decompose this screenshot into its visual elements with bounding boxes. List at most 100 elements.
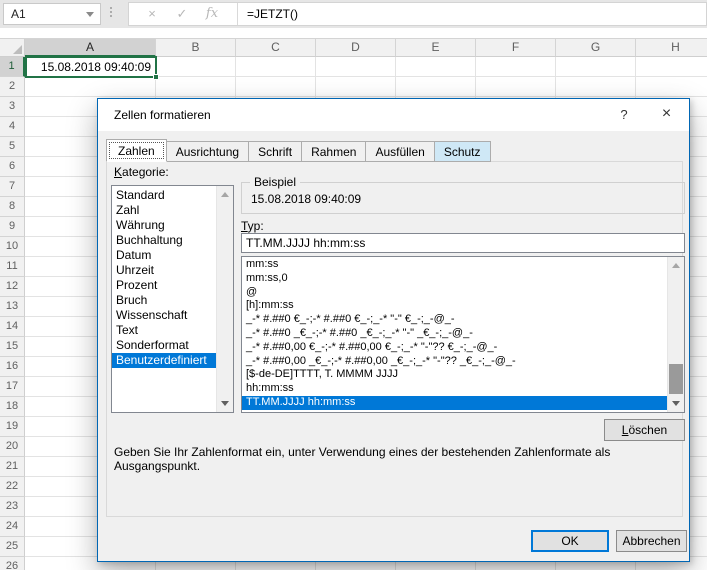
scroll-down-icon[interactable]	[217, 395, 233, 412]
triangle-up	[221, 192, 229, 197]
row-header-8[interactable]: 8	[0, 197, 25, 217]
format-item[interactable]: [$-de-DE]TTTT, T. MMMM JJJJ	[242, 368, 684, 382]
row-header-22[interactable]: 22	[0, 477, 25, 497]
category-item[interactable]: Zahl	[112, 203, 233, 218]
type-input[interactable]	[241, 233, 685, 253]
row-header-19[interactable]: 19	[0, 417, 25, 437]
row-header-17[interactable]: 17	[0, 377, 25, 397]
column-header-f[interactable]: F	[476, 39, 556, 57]
category-item[interactable]: Benutzerdefiniert	[112, 353, 233, 368]
column-header-b[interactable]: B	[156, 39, 236, 57]
category-item[interactable]: Uhrzeit	[112, 263, 233, 278]
format-item[interactable]: hh:mm:ss	[242, 382, 684, 396]
column-headers: ABCDEFGH	[25, 39, 707, 57]
row-header-11[interactable]: 11	[0, 257, 25, 277]
row-header-4[interactable]: 4	[0, 117, 25, 137]
row-header-18[interactable]: 18	[0, 397, 25, 417]
triangle-down	[221, 401, 229, 406]
format-item[interactable]: _-* #.##0,00 _€_-;-* #.##0,00 _€_-;_-* "…	[242, 355, 684, 369]
category-item[interactable]: Standard	[112, 188, 233, 203]
row-header-25[interactable]: 25	[0, 537, 25, 557]
format-item[interactable]: mm:ss,0	[242, 272, 684, 286]
example-value: 15.08.2018 09:40:09	[251, 192, 361, 206]
row-header-26[interactable]: 26	[0, 557, 25, 570]
tab-schrift[interactable]: Schrift	[248, 141, 302, 162]
formula-bar-drag-handle-icon[interactable]	[110, 7, 112, 17]
row-header-9[interactable]: 9	[0, 217, 25, 237]
tab-zahlen[interactable]: Zahlen	[106, 139, 167, 162]
row-header-6[interactable]: 6	[0, 157, 25, 177]
scroll-up-icon[interactable]	[217, 186, 233, 203]
format-item[interactable]: _-* #.##0 _€_-;-* #.##0 _€_-;_-* "-" _€_…	[242, 327, 684, 341]
category-item[interactable]: Wissenschaft	[112, 308, 233, 323]
scroll-up-icon[interactable]	[668, 257, 684, 274]
category-item[interactable]: Sonderformat	[112, 338, 233, 353]
cancel-button[interactable]: Abbrechen	[616, 530, 687, 552]
row-header-12[interactable]: 12	[0, 277, 25, 297]
format-scrollbar[interactable]	[667, 257, 684, 412]
dialog-help-icon[interactable]: ?	[604, 99, 644, 131]
row-header-1[interactable]: 1	[0, 57, 25, 77]
tab-ausfllen[interactable]: Ausfüllen	[365, 141, 434, 162]
formula-input[interactable]: =JETZT()	[247, 3, 298, 25]
row-header-13[interactable]: 13	[0, 297, 25, 317]
column-header-c[interactable]: C	[236, 39, 316, 57]
tab-page-zahlen: Kategorie: StandardZahlWährungBuchhaltun…	[106, 161, 683, 517]
name-box-dropdown-icon[interactable]	[86, 12, 94, 17]
cancel-entry-icon[interactable]: ×	[139, 3, 165, 25]
row-header-20[interactable]: 20	[0, 437, 25, 457]
formula-strip-gap	[0, 28, 707, 39]
column-header-d[interactable]: D	[316, 39, 396, 57]
select-all-corner[interactable]	[0, 39, 25, 57]
format-item[interactable]: _-* #.##0 €_-;-* #.##0 €_-;_-* "-" €_-;_…	[242, 313, 684, 327]
scroll-down-icon[interactable]	[668, 395, 684, 412]
confirm-entry-icon[interactable]: ✓	[169, 3, 195, 25]
name-box[interactable]: A1	[3, 3, 101, 25]
tab-schutz[interactable]: Schutz	[434, 141, 491, 162]
format-item[interactable]: _-* #.##0,00 €_-;-* #.##0,00 €_-;_-* "-"…	[242, 341, 684, 355]
row-header-5[interactable]: 5	[0, 137, 25, 157]
select-all-triangle-icon	[13, 45, 22, 54]
selected-cell-a1[interactable]: 15.08.2018 09:40:09	[25, 56, 157, 78]
row-header-16[interactable]: 16	[0, 357, 25, 377]
formula-strip: A1 × ✓ fx =JETZT()	[0, 0, 707, 28]
row-header-3[interactable]: 3	[0, 97, 25, 117]
column-header-g[interactable]: G	[556, 39, 636, 57]
row-header-10[interactable]: 10	[0, 237, 25, 257]
dialog-tabs: ZahlenAusrichtungSchriftRahmenAusfüllenS…	[106, 139, 490, 162]
category-item[interactable]: Prozent	[112, 278, 233, 293]
category-item[interactable]: Datum	[112, 248, 233, 263]
category-item[interactable]: Text	[112, 323, 233, 338]
insert-function-icon[interactable]: fx	[199, 3, 225, 25]
example-label: Beispiel	[250, 175, 300, 189]
row-header-24[interactable]: 24	[0, 517, 25, 537]
format-item[interactable]: TT.MM.JJJJ hh:mm:ss	[242, 396, 669, 410]
scrollbar-thumb[interactable]	[669, 364, 683, 394]
tab-rahmen[interactable]: Rahmen	[301, 141, 366, 162]
dialog-close-icon[interactable]: ×	[644, 99, 689, 131]
row-header-21[interactable]: 21	[0, 457, 25, 477]
row-header-2[interactable]: 2	[0, 77, 25, 97]
ok-button[interactable]: OK	[531, 530, 609, 552]
row-header-7[interactable]: 7	[0, 177, 25, 197]
column-header-e[interactable]: E	[396, 39, 476, 57]
dialog-titlebar[interactable]: Zellen formatieren ? ×	[98, 99, 689, 131]
column-header-a[interactable]: A	[25, 39, 156, 57]
delete-button[interactable]: Löschen	[604, 419, 685, 441]
type-label: Typ:	[241, 219, 264, 233]
format-item[interactable]: @	[242, 286, 684, 300]
category-item[interactable]: Buchhaltung	[112, 233, 233, 248]
format-item[interactable]: [h]:mm:ss	[242, 299, 684, 313]
column-header-h[interactable]: H	[636, 39, 707, 57]
category-item[interactable]: Währung	[112, 218, 233, 233]
category-item[interactable]: Bruch	[112, 293, 233, 308]
tab-ausrichtung[interactable]: Ausrichtung	[166, 141, 249, 162]
formula-bar: × ✓ fx =JETZT()	[128, 2, 707, 26]
row-header-14[interactable]: 14	[0, 317, 25, 337]
row-header-15[interactable]: 15	[0, 337, 25, 357]
category-scrollbar[interactable]	[216, 186, 233, 412]
example-groupbox: Beispiel 15.08.2018 09:40:09	[241, 182, 685, 214]
fill-handle[interactable]	[153, 74, 159, 80]
format-item[interactable]: mm:ss	[242, 258, 684, 272]
row-header-23[interactable]: 23	[0, 497, 25, 517]
